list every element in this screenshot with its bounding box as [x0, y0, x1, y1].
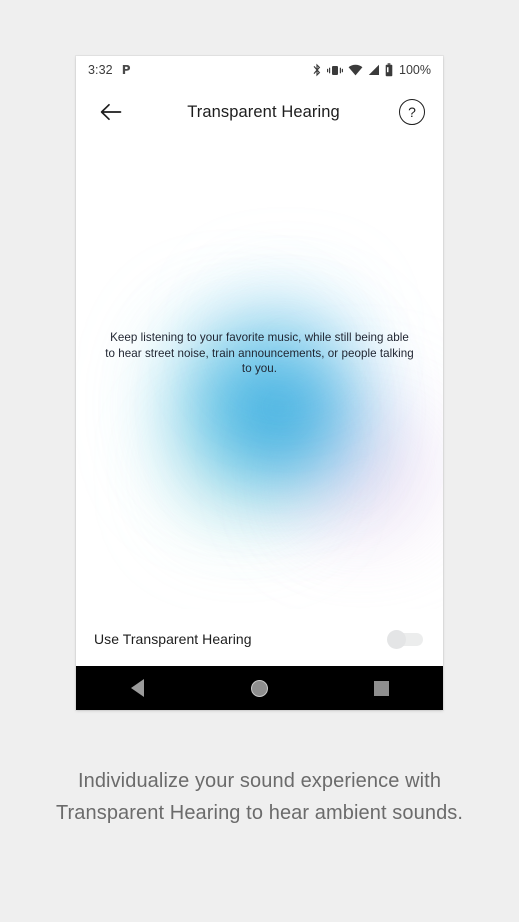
status-bar-right: 100% — [312, 63, 431, 77]
page-caption: Individualize your sound experience with… — [55, 770, 464, 824]
wifi-icon — [348, 64, 363, 76]
help-icon[interactable]: ? — [399, 99, 425, 125]
back-arrow-icon[interactable] — [94, 95, 128, 129]
bluetooth-icon — [312, 63, 322, 77]
toggle-use-transparent-hearing[interactable] — [387, 628, 425, 650]
app-bar: Transparent Hearing ? — [76, 84, 443, 140]
status-bar: 3:32 P 100% — [76, 56, 443, 84]
battery-icon — [385, 63, 393, 77]
phone-screen: 3:32 P 100% Transparent Hearing ? Keep l… — [76, 56, 443, 710]
status-time: 3:32 — [88, 63, 113, 77]
status-bar-left: 3:32 P — [88, 63, 131, 77]
app-indicator-icon: P — [121, 63, 131, 77]
vibrate-icon — [327, 64, 344, 77]
setting-label: Use Transparent Hearing — [94, 631, 252, 647]
android-nav-bar — [76, 666, 443, 710]
recents-nav-icon[interactable] — [354, 666, 410, 710]
setting-row-use-transparent-hearing[interactable]: Use Transparent Hearing — [76, 609, 443, 669]
page-title: Transparent Hearing — [187, 102, 340, 121]
hero-illustration: Keep listening to your favorite music, w… — [76, 140, 443, 609]
home-nav-icon[interactable] — [231, 666, 287, 710]
back-nav-icon[interactable] — [109, 666, 165, 710]
feature-description: Keep listening to your favorite music, w… — [105, 331, 414, 375]
cellular-signal-icon — [368, 64, 380, 76]
battery-percent-label: 100% — [399, 63, 431, 77]
toggle-knob — [387, 630, 406, 649]
